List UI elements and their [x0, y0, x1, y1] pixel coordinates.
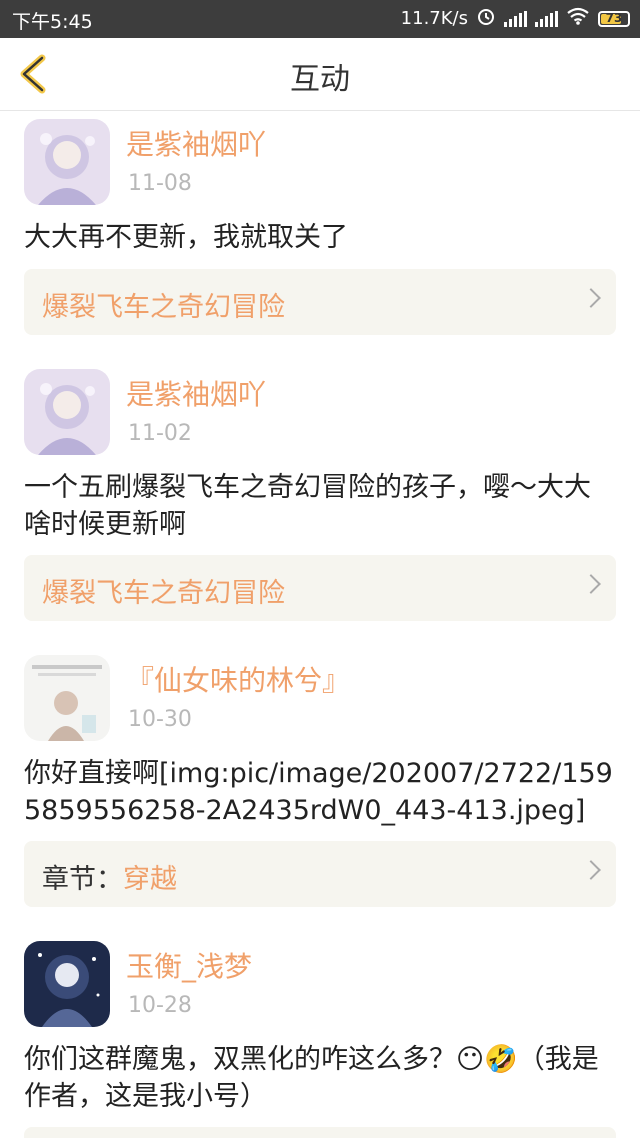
chapter-link-card[interactable]: 章节：穿越: [24, 841, 616, 907]
battery-level: 73: [605, 10, 623, 25]
post-date: 11-08: [128, 171, 192, 196]
avatar[interactable]: [24, 369, 110, 455]
status-bar: 下午5:45 11.7K/s 73: [0, 0, 640, 38]
book-title: 爆裂飞车之奇幻冒险: [42, 292, 285, 323]
comment-text: 一个五刷爆裂飞车之奇幻冒险的孩子，嘤～大大啥时候更新啊: [24, 472, 591, 540]
interaction-feed: 是紫袖烟吖 11-08 大大再不更新，我就取关了 爆裂飞车之奇幻冒险 是紫袖烟吖…: [0, 111, 640, 1138]
post-date: 11-02: [128, 421, 192, 446]
comment-text: 你好直接啊[img:pic/image/202007/2722/15958595…: [24, 758, 613, 826]
alarm-icon: [476, 6, 496, 31]
page-title: 互动: [290, 62, 350, 97]
signal-icon: [535, 10, 558, 27]
status-time: 下午5:45: [12, 11, 93, 33]
wifi-icon: [566, 7, 590, 30]
post-date: 10-30: [128, 707, 192, 732]
status-icons: 11.7K/s 73: [401, 6, 630, 31]
signal-icon: [504, 10, 527, 27]
avatar[interactable]: [24, 941, 110, 1027]
chevron-right-icon: [581, 574, 601, 594]
chevron-right-icon: [581, 288, 601, 308]
chapter-name: 章节：穿越: [42, 864, 177, 895]
book-link-card[interactable]: 爆裂飞车之奇幻冒险: [24, 555, 616, 621]
avatar[interactable]: [24, 655, 110, 741]
battery-icon: 73: [598, 10, 630, 27]
username[interactable]: 是紫袖烟吖: [126, 373, 266, 413]
book-link-card[interactable]: 爆裂飞车之奇幻冒险: [24, 269, 616, 335]
avatar[interactable]: [24, 119, 110, 205]
network-speed: 11.7K/s: [400, 8, 468, 29]
navigation-bar: 互动: [0, 38, 640, 111]
username[interactable]: 『仙女味的林兮』: [126, 659, 350, 699]
book-title: 爆裂飞车之奇幻冒险: [42, 578, 285, 609]
comment-text: 你们这群魔鬼，双黑化的咋这么多？😶🤣（我是作者，这是我小号）: [24, 1044, 599, 1112]
chevron-right-icon: [581, 860, 601, 880]
comment-text: 大大再不更新，我就取关了: [24, 222, 348, 253]
username[interactable]: 是紫袖烟吖: [126, 123, 266, 163]
username[interactable]: 玉衡_浅梦: [126, 945, 252, 985]
book-link-card[interactable]: [24, 1127, 616, 1138]
post-date: 10-28: [128, 993, 192, 1018]
